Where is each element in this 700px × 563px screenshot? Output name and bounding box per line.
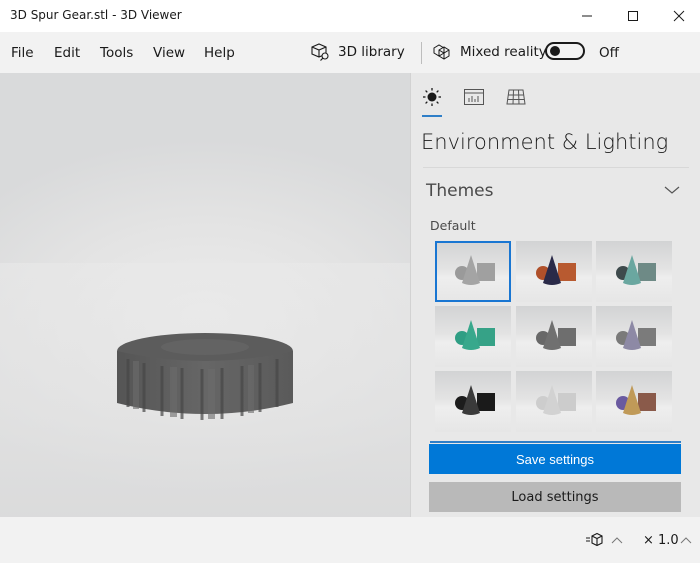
active-tab-indicator bbox=[422, 115, 442, 117]
status-bar: × 1.0 bbox=[0, 517, 700, 563]
mixed-reality-icon bbox=[433, 44, 450, 60]
preview-box bbox=[638, 393, 656, 411]
animation-expand-button[interactable] bbox=[611, 531, 623, 549]
preview-box bbox=[638, 328, 656, 346]
theme-grid-scroll-indicator bbox=[430, 441, 681, 443]
sun-icon bbox=[423, 88, 441, 106]
mixed-reality-label: Mixed reality bbox=[460, 44, 547, 60]
theme-preview-shapes bbox=[455, 320, 495, 350]
chevron-down-icon bbox=[664, 186, 680, 194]
theme-tile-teal-dark[interactable] bbox=[596, 241, 672, 302]
speed-expand-button[interactable] bbox=[680, 531, 692, 549]
window-title: 3D Spur Gear.stl - 3D Viewer bbox=[10, 8, 182, 22]
close-icon bbox=[673, 10, 685, 22]
animation-button[interactable] bbox=[585, 531, 605, 549]
tab-stats-shading[interactable] bbox=[462, 85, 486, 109]
load-settings-button[interactable]: Load settings bbox=[429, 482, 681, 512]
mixed-reality-button[interactable]: Mixed reality bbox=[433, 40, 547, 64]
theme-tile-white[interactable] bbox=[516, 371, 592, 432]
themes-expander[interactable]: Themes bbox=[411, 173, 700, 211]
theme-preview-shapes bbox=[616, 255, 656, 285]
theme-tile-slate[interactable] bbox=[516, 306, 592, 367]
menu-bar: File Edit Tools View Help 3D library Mix… bbox=[0, 32, 700, 73]
tab-environment-lighting[interactable] bbox=[420, 85, 444, 109]
theme-group-label: Default bbox=[430, 218, 476, 233]
mixed-reality-toggle[interactable] bbox=[545, 42, 585, 60]
preview-box bbox=[638, 263, 656, 281]
preview-box bbox=[558, 393, 576, 411]
theme-preview-shapes bbox=[616, 385, 656, 415]
theme-tile-gold-purple[interactable] bbox=[596, 371, 672, 432]
preview-box bbox=[477, 328, 495, 346]
chart-icon bbox=[464, 89, 484, 105]
preview-box bbox=[558, 263, 576, 281]
theme-preview-shapes bbox=[455, 385, 495, 415]
spur-gear-model[interactable] bbox=[110, 323, 310, 433]
theme-tile-copper-navy[interactable] bbox=[516, 241, 592, 302]
menu-edit[interactable]: Edit bbox=[54, 45, 80, 61]
menu-view[interactable]: View bbox=[153, 45, 185, 61]
theme-grid bbox=[435, 241, 674, 437]
theme-preview-shapes bbox=[536, 255, 576, 285]
chevron-up-icon bbox=[680, 537, 692, 544]
3d-viewport[interactable] bbox=[0, 73, 410, 517]
theme-preview-shapes bbox=[455, 255, 495, 285]
preview-box bbox=[477, 393, 495, 411]
preview-box bbox=[558, 328, 576, 346]
mixed-reality-state: Off bbox=[599, 45, 619, 61]
title-bar: 3D Spur Gear.stl - 3D Viewer bbox=[0, 0, 700, 32]
toggle-knob bbox=[550, 46, 560, 56]
theme-tile-default-gray[interactable] bbox=[435, 241, 511, 302]
gear-hub bbox=[161, 339, 249, 355]
themes-label: Themes bbox=[426, 181, 494, 201]
3d-library-icon bbox=[311, 43, 329, 61]
3d-library-label: 3D library bbox=[338, 44, 405, 60]
panel-divider bbox=[423, 167, 689, 168]
minimize-button[interactable] bbox=[564, 0, 610, 32]
theme-tile-lavender[interactable] bbox=[596, 306, 672, 367]
menu-tools[interactable]: Tools bbox=[100, 45, 133, 61]
close-button[interactable] bbox=[656, 0, 700, 32]
theme-preview-shapes bbox=[616, 320, 656, 350]
maximize-button[interactable] bbox=[610, 0, 656, 32]
minimize-icon bbox=[582, 15, 592, 17]
theme-preview-shapes bbox=[536, 320, 576, 350]
save-settings-button[interactable]: Save settings bbox=[429, 444, 681, 474]
speed-value: × 1.0 bbox=[643, 532, 679, 548]
panel-title: Environment & Lighting bbox=[421, 130, 669, 154]
grid-icon bbox=[506, 89, 526, 105]
menu-separator bbox=[421, 42, 422, 64]
menu-file[interactable]: File bbox=[11, 45, 34, 61]
animation-cube-icon bbox=[586, 532, 603, 547]
3d-library-button[interactable]: 3D library bbox=[310, 40, 405, 64]
tab-grid-views[interactable] bbox=[504, 85, 528, 109]
theme-tile-emerald[interactable] bbox=[435, 306, 511, 367]
theme-tile-black[interactable] bbox=[435, 371, 511, 432]
preview-box bbox=[477, 263, 495, 281]
chevron-up-icon bbox=[611, 537, 623, 544]
maximize-icon bbox=[628, 11, 638, 21]
theme-preview-shapes bbox=[536, 385, 576, 415]
menu-help[interactable]: Help bbox=[204, 45, 235, 61]
